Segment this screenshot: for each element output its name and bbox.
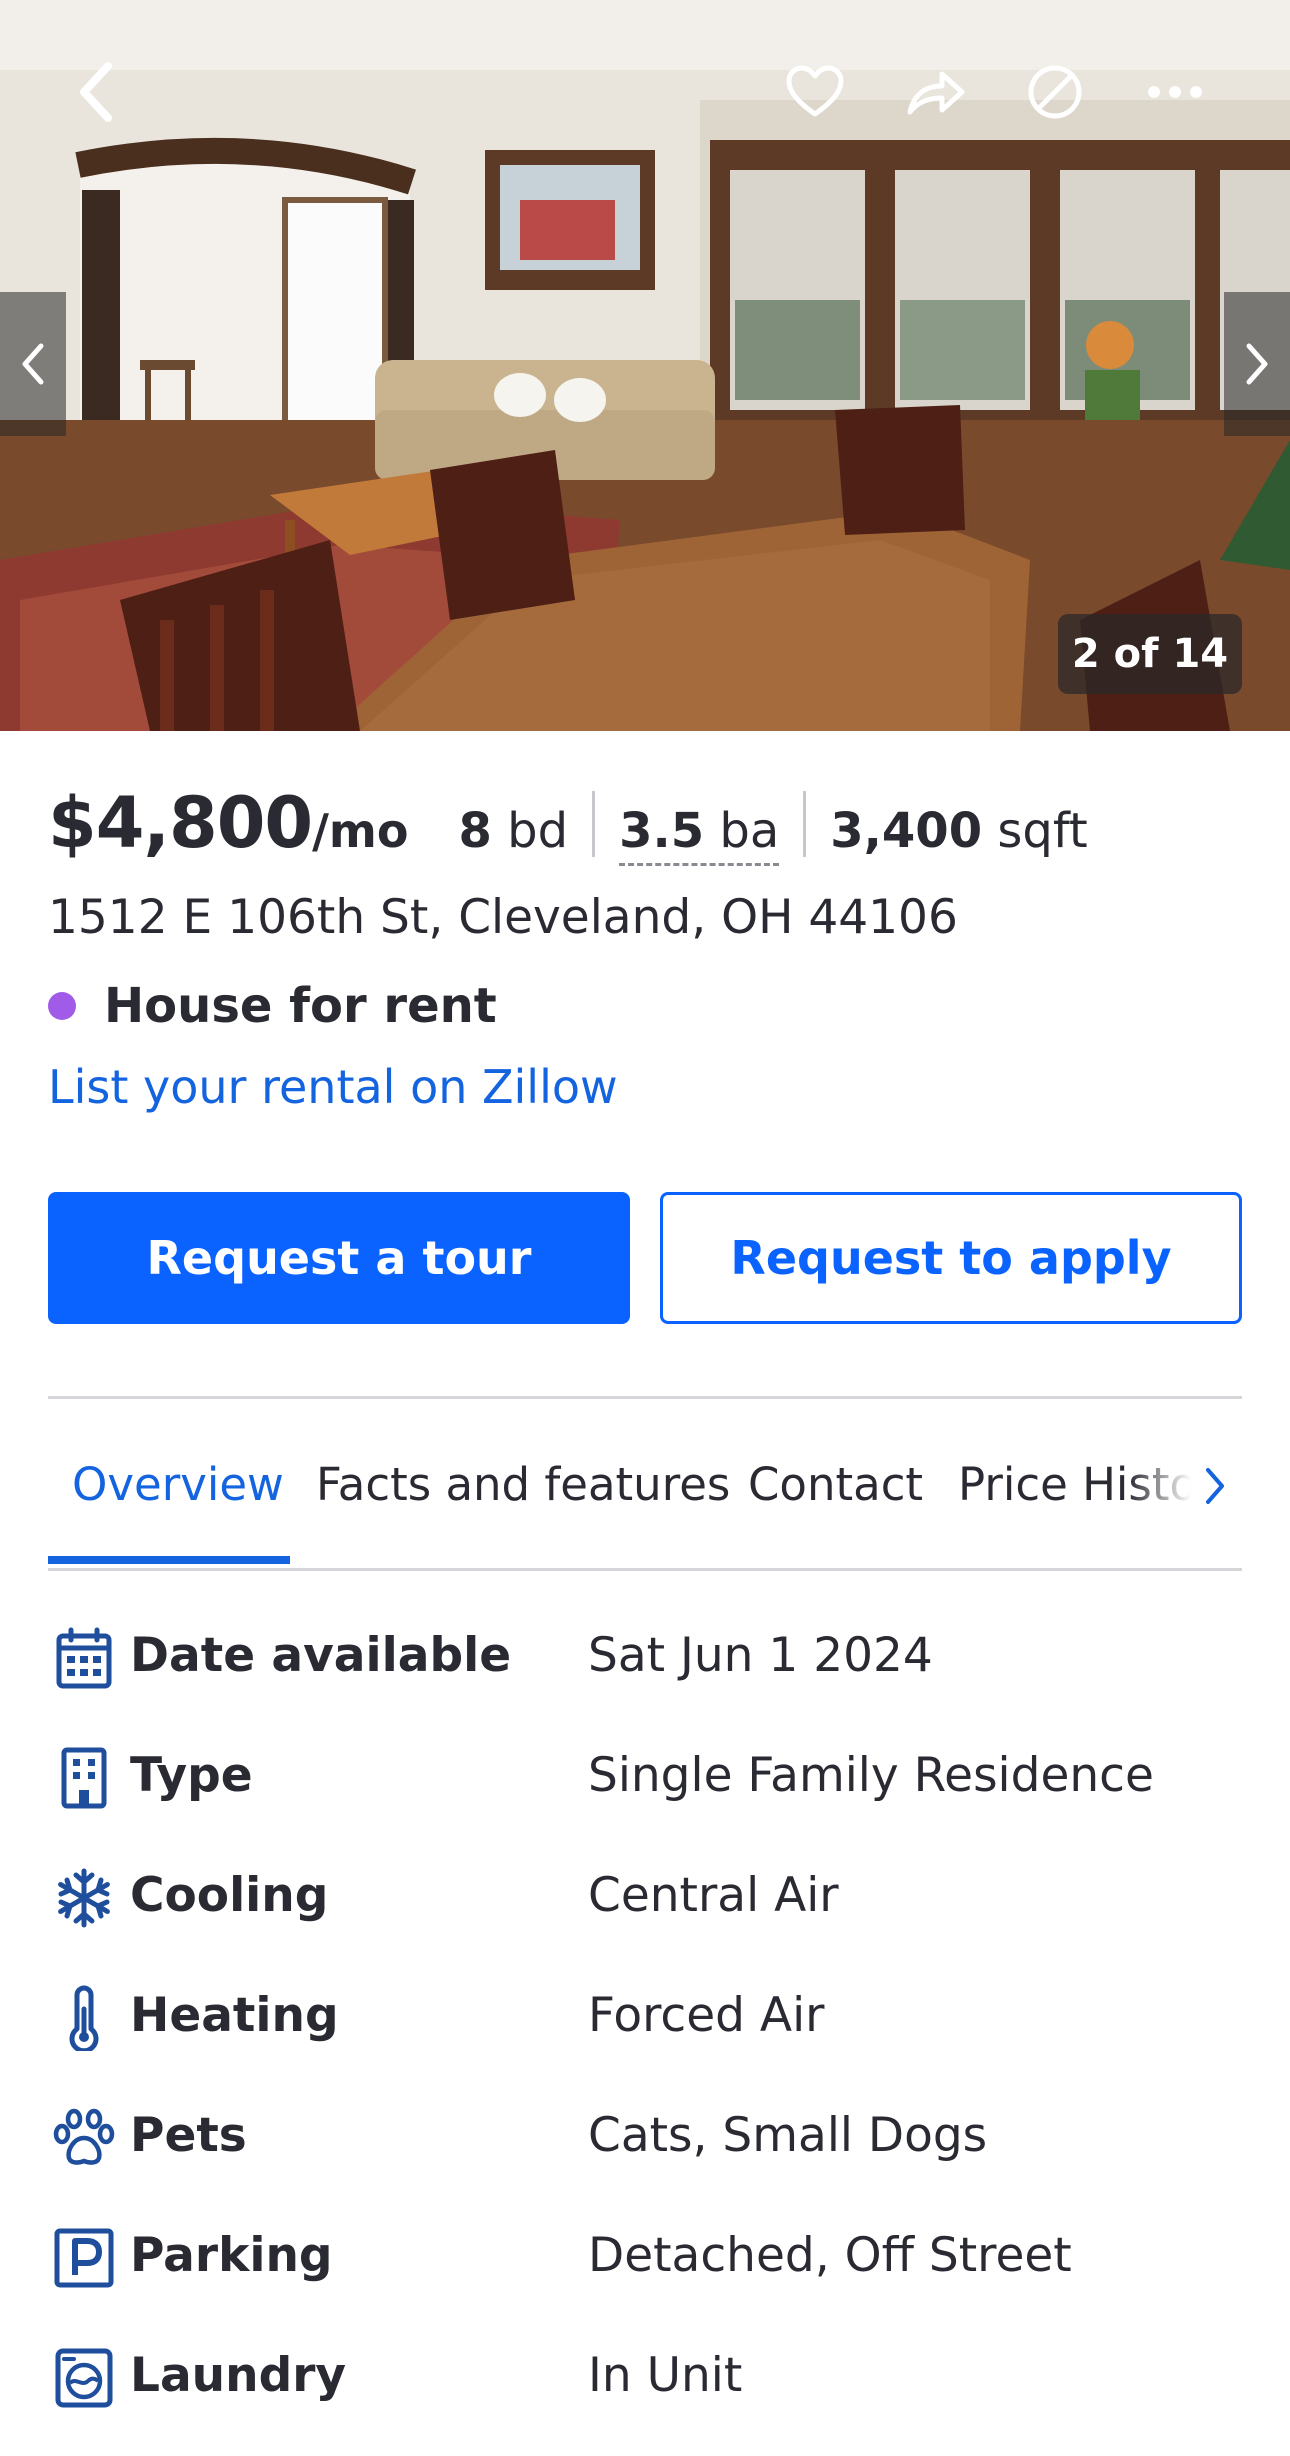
thermometer-icon xyxy=(69,1985,99,2051)
paw-icon xyxy=(53,2108,115,2165)
calendar-icon xyxy=(56,1627,112,1689)
fact-label: Date available xyxy=(130,1628,512,1683)
fact-row: Heating Forced Air xyxy=(48,1978,1242,2058)
request-apply-button[interactable]: Request to apply xyxy=(660,1192,1242,1324)
fact-value: Detached, Off Street xyxy=(588,2228,1072,2283)
fact-label: Pets xyxy=(130,2108,247,2163)
fact-value: In Unit xyxy=(588,2348,743,2403)
building-icon xyxy=(61,1747,107,1809)
fact-label: Type xyxy=(130,1748,253,1803)
fact-row: Laundry In Unit xyxy=(48,2338,1242,2418)
list-rental-link[interactable]: List your rental on Zillow xyxy=(48,1060,618,1114)
fact-value: Forced Air xyxy=(588,1988,825,2043)
share-icon xyxy=(907,71,965,115)
tabs-scroll-right-button[interactable] xyxy=(1190,1456,1240,1516)
fact-value: Central Air xyxy=(588,1868,839,1923)
chevron-right-icon xyxy=(1206,1468,1224,1504)
stat-divider xyxy=(592,791,596,857)
share-button[interactable] xyxy=(895,52,975,132)
beds-unit: bd xyxy=(507,803,569,859)
fact-row: Cooling Central Air xyxy=(48,1858,1242,1938)
tab-overview[interactable]: Overview xyxy=(72,1458,284,1511)
tab-contact[interactable]: Contact xyxy=(748,1458,923,1511)
baths-stat[interactable]: 3.5 ba xyxy=(619,803,780,866)
status-text: House for rent xyxy=(104,978,497,1034)
section-tabs: Overview Facts and features Contact Pric… xyxy=(48,1396,1242,1568)
fact-row: Parking Detached, Off Street xyxy=(48,2218,1242,2298)
stat-divider xyxy=(803,791,807,857)
beds-value: 8 xyxy=(458,803,492,859)
heart-icon xyxy=(786,65,844,117)
sqft-unit: sqft xyxy=(997,803,1088,859)
prev-photo-button[interactable] xyxy=(0,292,66,436)
washer-icon xyxy=(55,2348,113,2408)
fact-label: Cooling xyxy=(130,1868,329,1923)
back-button[interactable] xyxy=(56,52,136,132)
more-button[interactable] xyxy=(1135,52,1215,132)
save-button[interactable] xyxy=(775,52,855,132)
more-icon xyxy=(1148,86,1202,98)
fact-value: Cats, Small Dogs xyxy=(588,2108,988,2163)
fact-row: Type Single Family Residence xyxy=(48,1738,1242,1818)
fact-value: Sat Jun 1 2024 xyxy=(588,1628,933,1683)
tab-facts-and-features[interactable]: Facts and features xyxy=(316,1458,730,1511)
snowflake-icon xyxy=(58,1868,110,1928)
chevron-right-icon xyxy=(1246,343,1268,385)
fact-label: Heating xyxy=(130,1988,339,2043)
photo-counter: 2 of 14 xyxy=(1058,614,1242,694)
next-photo-button[interactable] xyxy=(1224,292,1290,436)
price-unit: /mo xyxy=(312,804,409,858)
fact-row: Date available Sat Jun 1 2024 xyxy=(48,1618,1242,1698)
summary-row: $4,800 /mo 8 bd 3.5 ba 3,400 sqft xyxy=(48,782,1088,866)
listing-status: House for rent xyxy=(48,978,497,1034)
listing-photo[interactable]: 2 of 14 xyxy=(0,0,1290,731)
baths-unit: ba xyxy=(719,803,780,859)
address: 1512 E 106th St, Cleveland, OH 44106 xyxy=(48,890,958,945)
hide-icon xyxy=(1028,65,1082,119)
fact-value: Single Family Residence xyxy=(588,1748,1154,1803)
request-tour-button[interactable]: Request a tour xyxy=(48,1192,630,1324)
status-dot-icon xyxy=(48,992,76,1020)
hide-button[interactable] xyxy=(1015,52,1095,132)
fact-row: Pets Cats, Small Dogs xyxy=(48,2098,1242,2178)
sqft-stat: 3,400 sqft xyxy=(830,803,1087,859)
tabs-divider xyxy=(48,1568,1242,1571)
beds-stat: 8 bd xyxy=(458,803,568,859)
active-tab-indicator xyxy=(48,1556,290,1564)
fact-label: Parking xyxy=(130,2228,333,2283)
chevron-left-icon xyxy=(80,62,112,122)
chevron-left-icon xyxy=(22,343,44,385)
sqft-value: 3,400 xyxy=(830,803,983,859)
price: $4,800 xyxy=(48,782,313,864)
fact-label: Laundry xyxy=(130,2348,347,2403)
baths-value: 3.5 xyxy=(619,803,705,859)
parking-icon xyxy=(54,2228,114,2288)
